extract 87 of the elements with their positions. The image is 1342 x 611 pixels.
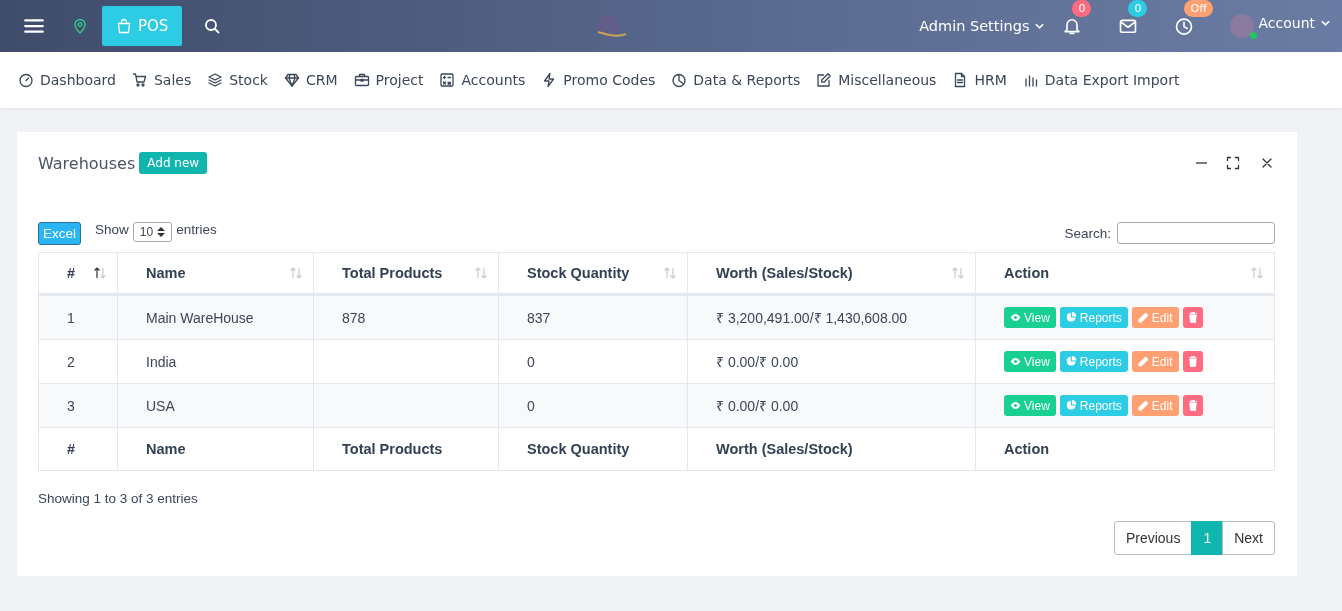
pie-chart-icon [671, 72, 688, 88]
nav-link[interactable]: Data & Reports [671, 72, 801, 88]
layers-icon [207, 72, 224, 88]
nav-link[interactable]: Miscellaneous [816, 72, 937, 88]
bar-chart-icon [1022, 72, 1039, 88]
table-cell: Main WareHouse [146, 309, 254, 326]
pagination-button[interactable]: Previous [1113, 521, 1193, 555]
nav-link[interactable]: CRM [284, 72, 338, 88]
eye-icon [1010, 358, 1021, 365]
pie-chart-icon [1065, 400, 1077, 411]
chevron-down-icon [1035, 23, 1045, 29]
column-header[interactable]: # [67, 265, 76, 281]
delete-button[interactable] [1182, 395, 1203, 416]
column-header[interactable]: Total Products [342, 265, 443, 281]
column-header[interactable]: Worth (Sales/Stock) [716, 265, 853, 281]
table-cell: India [146, 353, 177, 370]
column-header[interactable]: Action [1004, 265, 1050, 281]
entries-label: entries [176, 222, 217, 237]
table-cell: ₹ 0.00/₹ 0.00 [716, 354, 799, 370]
edit-icon [816, 72, 833, 88]
pie-chart-icon [1065, 312, 1077, 323]
briefcase-icon [353, 72, 370, 88]
fullscreen-icon [1225, 155, 1241, 171]
diamond-icon [284, 72, 300, 88]
table-cell: ₹ 3,200,491.00/₹ 1,430,608.00 [716, 310, 908, 326]
delete-button[interactable] [1182, 351, 1203, 372]
bell-icon [1062, 16, 1083, 36]
sort-icon[interactable] [93, 267, 107, 279]
table-cell: 837 [527, 309, 551, 326]
menu-icon [24, 16, 44, 36]
notification-count: 0 [1072, 0, 1092, 17]
entries-info: Showing 1 to 3 of 3 entries [38, 491, 198, 508]
search-icon [204, 18, 221, 34]
trash-icon [1188, 312, 1197, 323]
table-cell: 1 [67, 309, 75, 326]
column-header[interactable]: Name [146, 265, 186, 281]
table-cell: 0 [527, 353, 535, 370]
gauge-icon [18, 72, 34, 88]
clock-icon [1174, 16, 1195, 36]
table-cell: 3 [67, 397, 75, 414]
nav-link[interactable]: Sales [131, 72, 192, 88]
table-cell: 0 [527, 397, 535, 414]
location-pin-icon [72, 18, 88, 34]
pencil-icon [1137, 312, 1149, 323]
avatar[interactable] [1230, 14, 1255, 38]
shopping-bag-icon [116, 18, 132, 34]
entries-select[interactable]: 10 [132, 222, 173, 242]
clock-status: Off [1184, 0, 1213, 17]
table-cell: 2 [67, 353, 75, 370]
minimize-icon[interactable] [1196, 162, 1207, 164]
show-label: Show [95, 222, 129, 237]
table-cell: USA [146, 397, 175, 414]
nav-link[interactable]: Stock [207, 72, 268, 88]
delete-button[interactable] [1182, 307, 1203, 328]
pencil-icon [1137, 400, 1149, 411]
eye-icon [1010, 402, 1021, 409]
account-menu[interactable]: Account [1258, 15, 1330, 31]
table-cell: ₹ 0.00/₹ 0.00 [716, 398, 799, 414]
column-footer: Name [146, 441, 186, 457]
table-cell: 878 [342, 309, 366, 326]
nav-link[interactable]: Dashboard [18, 72, 116, 88]
column-footer: Total Products [342, 441, 443, 457]
message-count: 0 [1128, 0, 1148, 17]
nav-link[interactable]: Project [353, 72, 424, 88]
ledger-icon [439, 72, 456, 88]
column-footer: Action [1004, 441, 1050, 457]
sort-caret-icon [157, 227, 166, 237]
chevron-down-icon [1321, 20, 1330, 26]
pie-chart-icon [1065, 356, 1077, 367]
search-label: Search: [1064, 225, 1111, 241]
nav-link[interactable]: Accounts [439, 72, 526, 88]
admin-settings-menu[interactable]: Admin Settings [919, 18, 1045, 34]
card-title: Warehouses [38, 153, 136, 173]
nav-link[interactable]: Promo Codes [541, 72, 656, 88]
trash-icon [1188, 400, 1197, 411]
eye-icon [1010, 314, 1021, 321]
column-footer: Worth (Sales/Stock) [716, 441, 853, 457]
pencil-icon [1137, 356, 1149, 367]
trash-icon [1188, 356, 1197, 367]
column-header[interactable]: Stock Quantity [527, 265, 630, 281]
column-footer: Stock Quantity [527, 441, 630, 457]
cart-icon [131, 72, 148, 88]
search-field[interactable] [1117, 222, 1275, 244]
pagination-button[interactable]: Next [1222, 521, 1275, 555]
nav-link[interactable]: HRM [952, 72, 1007, 88]
nav-link[interactable]: Data Export Import [1022, 72, 1180, 88]
column-footer: # [67, 441, 76, 457]
